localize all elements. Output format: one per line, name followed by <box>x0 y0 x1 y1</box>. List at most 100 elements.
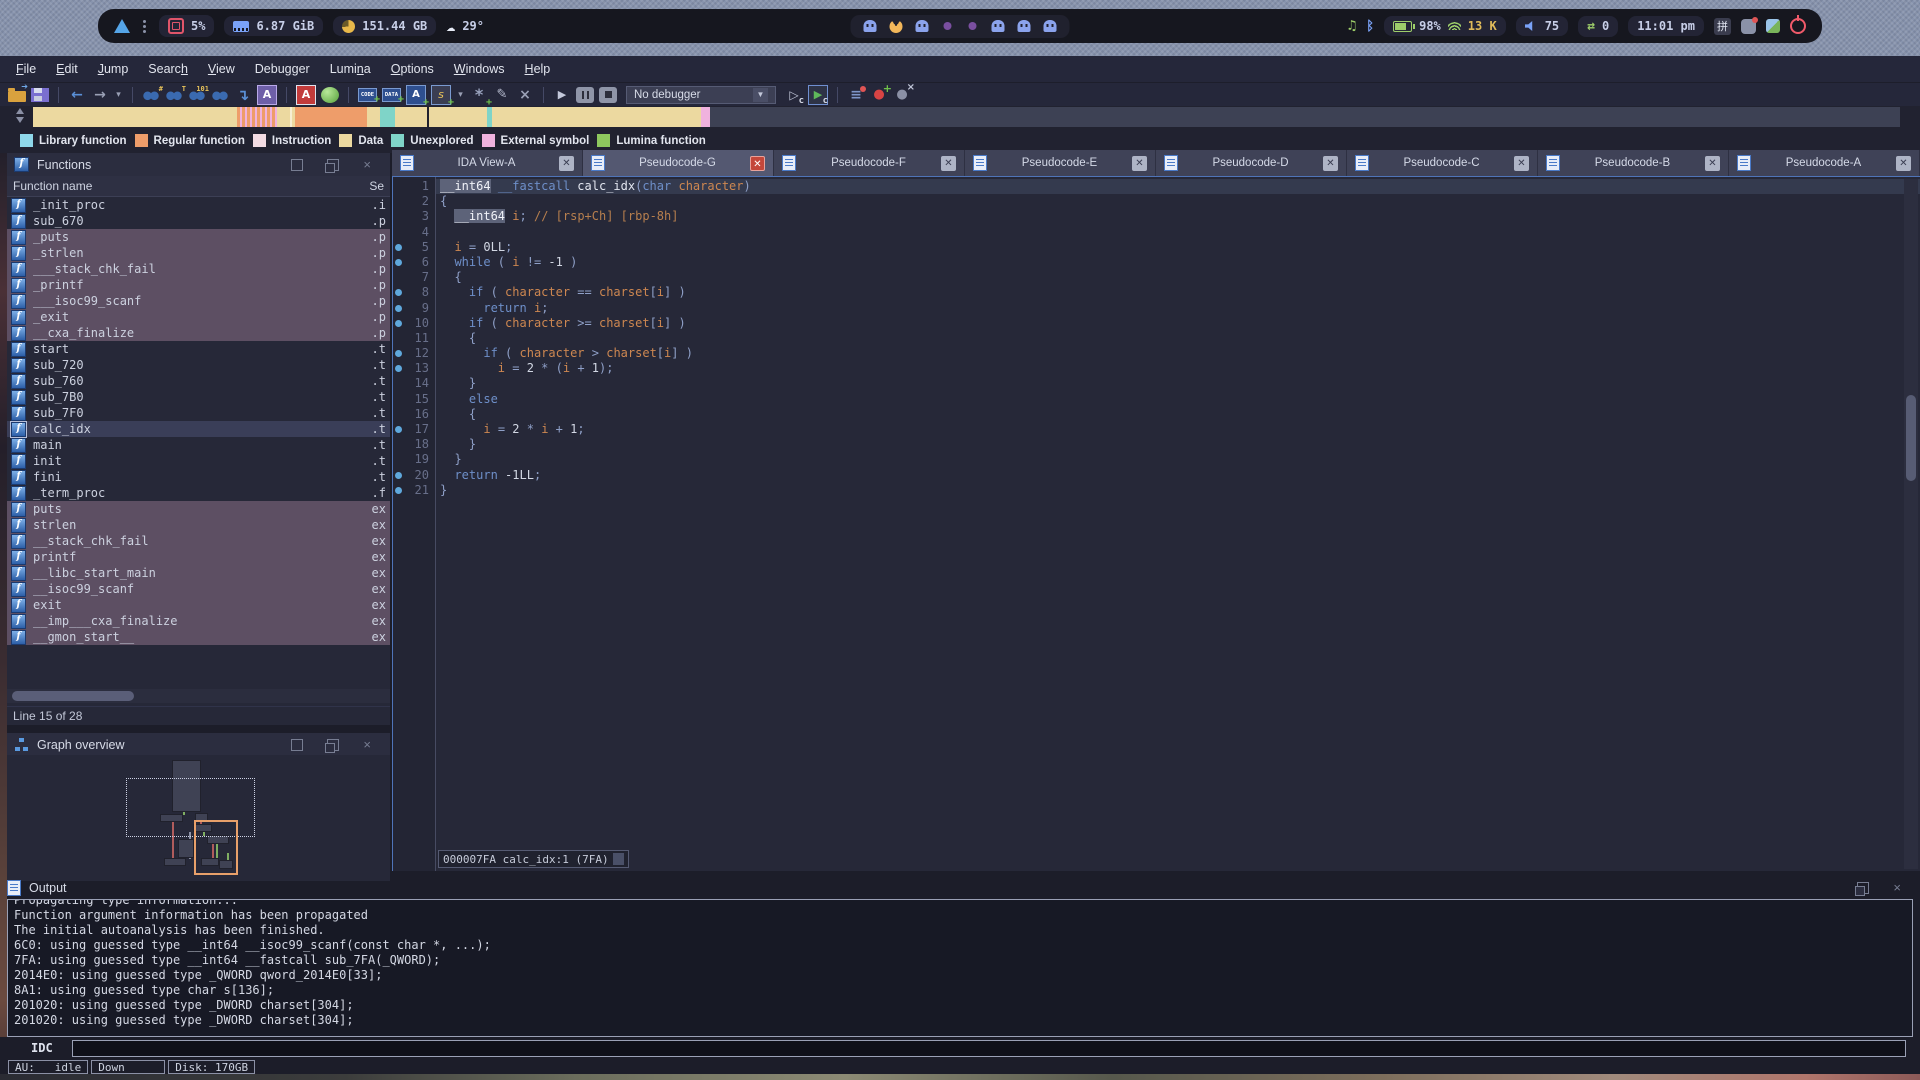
menu-lumina[interactable]: Lumina <box>320 62 381 76</box>
breakpoint-list-icon[interactable]: ≡ <box>847 86 865 104</box>
dock-float-icon[interactable] <box>327 739 339 751</box>
vscrollbar-thumb[interactable] <box>1906 395 1916 481</box>
workspace-2-pacman-icon[interactable] <box>890 20 903 33</box>
function-row[interactable]: fstrlenex <box>7 517 390 533</box>
function-row[interactable]: f__imp___cxa_finalizeex <box>7 613 390 629</box>
code-line[interactable]: 9 return i; <box>393 301 1920 316</box>
function-row[interactable]: f_exit.p <box>7 309 390 325</box>
workspace-3-ghost-icon[interactable] <box>916 20 929 32</box>
highlight-identifier-icon[interactable]: A <box>257 85 277 105</box>
menu-debugger[interactable]: Debugger <box>245 62 320 76</box>
function-row[interactable]: f_term_proc.f <box>7 485 390 501</box>
code-line[interactable]: 19 } <box>393 452 1920 467</box>
dock-float-icon[interactable] <box>327 159 339 171</box>
code-line[interactable]: 11 { <box>393 331 1920 346</box>
menu-view[interactable]: View <box>198 62 245 76</box>
code-vscrollbar[interactable] <box>1904 179 1918 869</box>
code-line[interactable]: 4 <box>393 225 1920 240</box>
create-code-icon[interactable] <box>358 88 377 102</box>
navigation-band[interactable] <box>33 107 1900 127</box>
function-row[interactable]: f__isoc99_scanfex <box>7 581 390 597</box>
tab-close-icon[interactable]: ✕ <box>750 156 765 171</box>
menu-windows[interactable]: Windows <box>444 62 515 76</box>
code-line[interactable]: 8 if ( character == charset[i] ) <box>393 285 1920 300</box>
hscrollbar-thumb[interactable] <box>12 691 134 701</box>
workspace-6-ghost-icon[interactable] <box>992 20 1005 32</box>
graph-overview-canvas[interactable] <box>7 755 390 881</box>
add-breakpoint-icon[interactable]: ● <box>870 86 888 104</box>
tab-pseudocode-d[interactable]: Pseudocode-D✕ <box>1156 150 1347 176</box>
menu-jump[interactable]: Jump <box>88 62 139 76</box>
tab-close-icon[interactable]: ✕ <box>1514 156 1529 171</box>
column-segment[interactable]: Se <box>369 179 384 193</box>
navband-up-icon[interactable] <box>16 108 24 114</box>
run-to-pseudocode-icon[interactable]: ▶ <box>808 85 828 105</box>
function-row[interactable]: fputsex <box>7 501 390 517</box>
workspace-5-dot-icon[interactable] <box>969 22 977 30</box>
function-row[interactable]: f_init_proc.i <box>7 197 390 213</box>
delete-icon[interactable]: × <box>516 86 534 104</box>
debugger-pause-icon[interactable] <box>576 87 594 103</box>
debugger-start-icon[interactable]: ▶ <box>553 86 571 104</box>
tab-ida-view-a[interactable]: IDA View-A✕ <box>392 150 583 176</box>
save-file-icon[interactable] <box>31 88 49 102</box>
create-string-icon[interactable]: s <box>431 85 451 105</box>
navband-arrows[interactable] <box>16 108 24 123</box>
search-icon[interactable] <box>211 88 229 101</box>
function-row[interactable]: fmain.t <box>7 437 390 453</box>
music-icon[interactable]: ♫ <box>1348 18 1356 34</box>
function-row[interactable]: fstart.t <box>7 341 390 357</box>
close-icon[interactable]: × <box>1893 883 1901 893</box>
function-row[interactable]: fsub_7F0.t <box>7 405 390 421</box>
jump-back-icon[interactable]: → <box>68 86 86 104</box>
code-line[interactable]: 16 { <box>393 407 1920 422</box>
tab-close-icon[interactable]: ✕ <box>1323 156 1338 171</box>
delete-breakpoint-icon[interactable]: ● <box>893 86 911 104</box>
code-line[interactable]: 18 } <box>393 437 1920 452</box>
functions-hscrollbar[interactable] <box>7 689 390 703</box>
create-name-icon[interactable]: A <box>406 85 426 105</box>
code-line[interactable]: 12 if ( character > charset[i] ) <box>393 346 1920 361</box>
function-row[interactable]: fsub_720.t <box>7 357 390 373</box>
tab-close-icon[interactable]: ✕ <box>941 156 956 171</box>
code-line[interactable]: 13 i = 2 * (i + 1); <box>393 361 1920 376</box>
function-row[interactable]: f___stack_chk_fail.p <box>7 261 390 277</box>
problem-marker-icon[interactable]: A <box>296 85 316 105</box>
menu-search[interactable]: Search <box>138 62 198 76</box>
code-line[interactable]: 6 while ( i != -1 ) <box>393 255 1920 270</box>
function-row[interactable]: f_printf.p <box>7 277 390 293</box>
power-icon[interactable] <box>1790 18 1806 34</box>
menu-file[interactable]: File <box>6 62 46 76</box>
code-line[interactable]: 14 } <box>393 376 1920 391</box>
menu-options[interactable]: Options <box>381 62 444 76</box>
close-icon[interactable]: × <box>363 160 371 170</box>
tab-close-icon[interactable]: ✕ <box>559 156 574 171</box>
tab-pseudocode-a[interactable]: Pseudocode-A✕ <box>1729 150 1920 176</box>
dock-minimize-icon[interactable] <box>291 739 303 751</box>
jump-forward-dropdown-icon[interactable]: ▾ <box>114 86 123 104</box>
function-row[interactable]: f__gmon_start__ex <box>7 629 390 645</box>
workspace-8-ghost-icon[interactable] <box>1044 20 1057 32</box>
tab-close-icon[interactable]: ✕ <box>1132 156 1147 171</box>
volume-module[interactable]: 75 <box>1516 16 1568 36</box>
functions-column-header[interactable]: Function name Se <box>7 176 390 197</box>
code-line[interactable]: 17 i = 2 * i + 1; <box>393 422 1920 437</box>
open-file-icon[interactable] <box>8 91 26 102</box>
workspace-1-ghost-icon[interactable] <box>864 20 877 32</box>
function-row[interactable]: fsub_7B0.t <box>7 389 390 405</box>
code-line[interactable]: 3 __int64 i; // [rsp+Ch] [rbp-8h] <box>393 209 1920 224</box>
code-line[interactable]: 20 return -1LL; <box>393 468 1920 483</box>
function-row[interactable]: fsub_760.t <box>7 373 390 389</box>
tab-close-icon[interactable]: ✕ <box>1896 156 1911 171</box>
function-row[interactable]: finit.t <box>7 453 390 469</box>
edit-icon[interactable]: ✎ <box>493 86 511 104</box>
code-line[interactable]: 1__int64 __fastcall calc_idx(char charac… <box>393 179 1920 194</box>
repeat-module[interactable]: ⇄ 0 <box>1578 16 1618 37</box>
function-row[interactable]: fcalc_idx.t <box>7 421 390 437</box>
jump-forward-icon[interactable]: → <box>91 86 109 104</box>
binary-search-icon[interactable] <box>142 88 160 101</box>
debugger-stop-icon[interactable] <box>599 87 617 103</box>
text-search-icon[interactable] <box>165 88 183 101</box>
code-line[interactable]: 15 else <box>393 392 1920 407</box>
create-struct-icon[interactable]: * <box>470 86 488 104</box>
